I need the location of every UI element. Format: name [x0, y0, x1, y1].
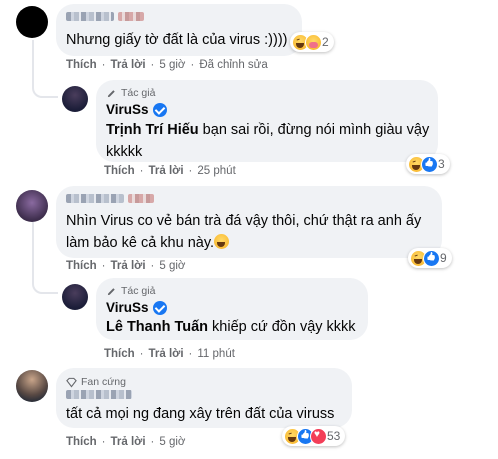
- avatar[interactable]: [16, 370, 48, 402]
- reply-actions: Thích · Trả lời · 11 phút: [104, 348, 235, 360]
- fan-badge-label: Fan cứng: [81, 376, 126, 388]
- commenter-name[interactable]: [66, 12, 144, 21]
- reply-button[interactable]: Trả lời: [111, 260, 146, 272]
- reaction-summary[interactable]: 3: [406, 154, 450, 174]
- like-reaction-icon: [423, 249, 440, 267]
- diamond-icon: [66, 377, 77, 388]
- author-name[interactable]: ViruSs: [106, 102, 149, 117]
- reply-text: Lê Thanh Tuấn khiếp cứ đồn vậy kkkk: [106, 316, 356, 338]
- timestamp[interactable]: 25 phút: [197, 165, 235, 177]
- reply-bubble: Tác giả ViruSs Lê Thanh Tuấn khiếp cứ đồ…: [96, 278, 368, 340]
- avatar[interactable]: [62, 284, 88, 310]
- reaction-count: 3: [438, 157, 445, 171]
- reaction-summary[interactable]: 53: [282, 426, 346, 446]
- author-tag: Tác giả: [106, 87, 155, 99]
- comment-text: tất cả mọi ng đang xây trên đất của viru…: [66, 406, 335, 422]
- timestamp[interactable]: 5 giờ: [159, 436, 185, 448]
- reply-button[interactable]: Trả lời: [111, 59, 146, 71]
- author-tag: Tác giả: [106, 285, 155, 297]
- timestamp[interactable]: 11 phút: [197, 348, 235, 360]
- commenter-name[interactable]: [66, 390, 132, 399]
- comment-actions: Thích · Trả lời · 5 giờ: [66, 260, 186, 272]
- timestamp[interactable]: 5 giờ: [159, 260, 185, 272]
- reaction-summary[interactable]: 9: [408, 248, 452, 268]
- reply-button[interactable]: Trả lời: [111, 436, 146, 448]
- like-button[interactable]: Thích: [104, 165, 135, 177]
- like-button[interactable]: Thích: [66, 436, 97, 448]
- mention-link[interactable]: Lê Thanh Tuấn: [106, 319, 208, 335]
- comment-bubble: Fan cứng tất cả mọi ng đang xây trên đất…: [56, 368, 352, 428]
- laughing-emoji-icon: [214, 234, 230, 249]
- reply-actions: Thích · Trả lời · 25 phút: [104, 165, 236, 177]
- like-button[interactable]: Thích: [104, 348, 135, 360]
- reaction-summary[interactable]: 2: [290, 32, 334, 52]
- pencil-icon: [107, 287, 115, 295]
- like-reaction-icon: [421, 155, 438, 173]
- reply-button[interactable]: Trả lời: [149, 165, 184, 177]
- avatar[interactable]: [62, 86, 88, 112]
- fan-badge: Fan cứng: [66, 376, 126, 388]
- author-tag-label: Tác giả: [121, 87, 156, 99]
- author-tag-label: Tác giả: [121, 285, 156, 297]
- commenter-name[interactable]: [66, 194, 154, 203]
- edited-label: Đã chỉnh sửa: [199, 59, 268, 71]
- pencil-icon: [107, 89, 115, 97]
- reply-body: khiếp cứ đồn vậy kkkk: [208, 319, 356, 335]
- reply-button[interactable]: Trả lời: [149, 348, 184, 360]
- reaction-count: 2: [322, 35, 329, 49]
- reaction-count: 53: [327, 429, 341, 443]
- comment-bubble: Nhìn Virus co vẻ bán trà đá vậy thôi, ch…: [56, 186, 442, 258]
- care-reaction-icon: [305, 33, 322, 51]
- timestamp[interactable]: 5 giờ: [159, 59, 185, 71]
- verified-badge-icon: [152, 102, 167, 117]
- comment-bubble: Nhưng giấy tờ đất là của virus :)))): [56, 4, 302, 56]
- reply-bubble: Tác giả ViruSs Trịnh Trí Hiếu bạn sai rồ…: [96, 80, 438, 162]
- comment-actions: Thích · Trả lời · 5 giờ: [66, 436, 186, 448]
- reaction-count: 9: [440, 251, 447, 265]
- mention-link[interactable]: Trịnh Trí Hiếu: [106, 122, 199, 138]
- like-button[interactable]: Thích: [66, 260, 97, 272]
- comment-text: Nhưng giấy tờ đất là của virus :)))): [66, 32, 288, 48]
- thread-line: [32, 222, 58, 294]
- avatar[interactable]: [16, 6, 48, 38]
- avatar[interactable]: [16, 190, 48, 222]
- reply-text: Trịnh Trí Hiếu bạn sai rồi, đừng nói mìn…: [106, 119, 431, 163]
- like-button[interactable]: Thích: [66, 59, 97, 71]
- love-reaction-icon: [310, 427, 327, 445]
- comment-actions: Thích · Trả lời · 5 giờ · Đã chỉnh sửa: [66, 59, 268, 71]
- verified-badge-icon: [152, 300, 167, 315]
- author-name[interactable]: ViruSs: [106, 300, 149, 315]
- thread-line: [32, 40, 58, 98]
- comment-text: Nhìn Virus co vẻ bán trà đá vậy thôi, ch…: [66, 213, 422, 251]
